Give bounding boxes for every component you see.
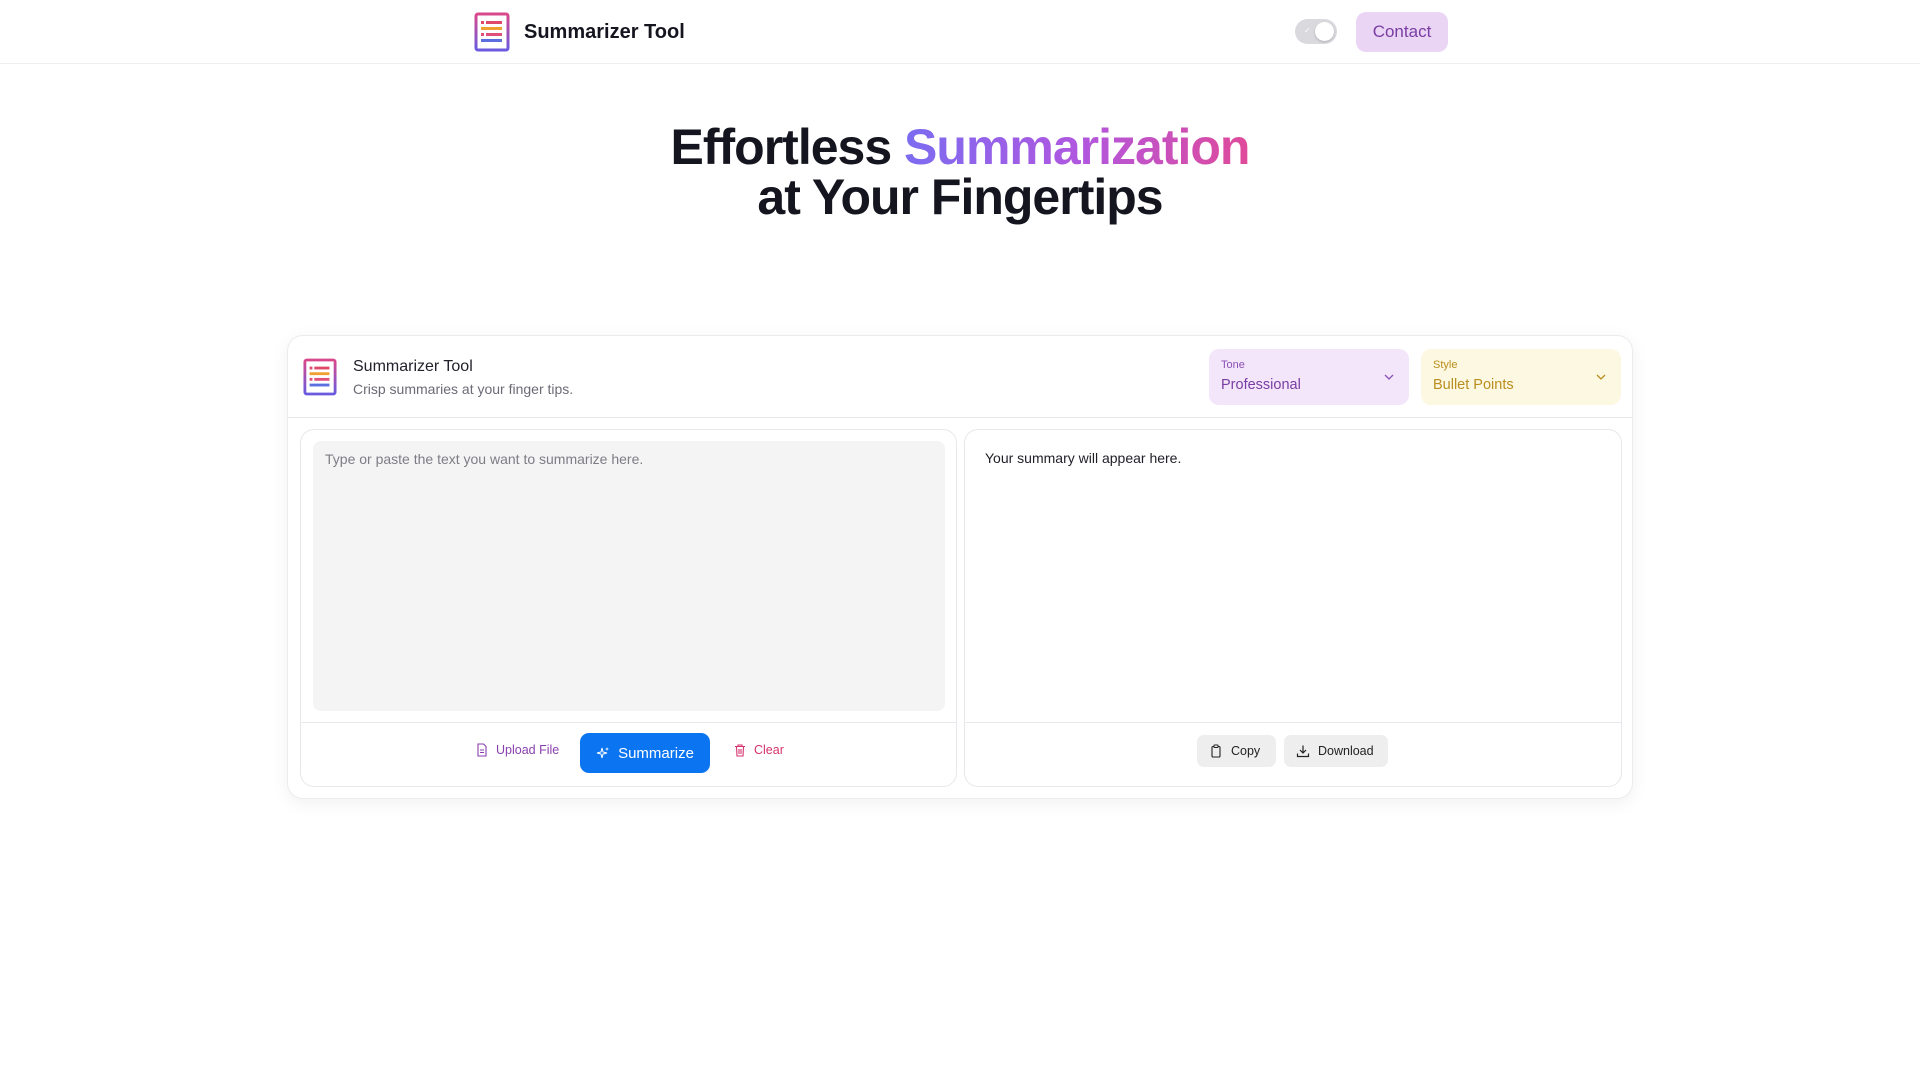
top-navbar: Summarizer Tool ✓ Contact (0, 0, 1920, 64)
download-label: Download (1318, 744, 1374, 758)
hero-highlight-text: Summarization (904, 119, 1250, 175)
copy-label: Copy (1231, 744, 1261, 758)
brand-title: Summarizer Tool (524, 20, 685, 43)
trash-icon (735, 744, 745, 757)
summarize-button[interactable]: Summarize (580, 733, 710, 773)
summarize-label: Summarize (618, 744, 694, 762)
clear-label: Clear (754, 743, 784, 757)
hero-line-1: Effortless Summarization (0, 122, 1920, 172)
brand[interactable]: Summarizer Tool (474, 12, 685, 52)
hero-line-2: at Your Fingertips (757, 169, 1163, 225)
style-select[interactable]: Style Bullet Points (1421, 349, 1621, 405)
summary-output: Your summary will appear here. (985, 450, 1182, 466)
card-subtitle: Crisp summaries at your finger tips. (353, 381, 574, 397)
theme-toggle[interactable]: ✓ (1295, 19, 1337, 44)
hero-heading: Effortless Summarization at Your Fingert… (0, 122, 1920, 222)
copy-button[interactable]: Copy (1197, 735, 1276, 767)
upload-file-label: Upload File (496, 743, 560, 757)
sparkles-icon (596, 747, 610, 759)
input-actions: Upload File Summarize Clear (301, 722, 956, 787)
hero-plain-text: Effortless (670, 119, 905, 175)
summarizer-card: Summarizer Tool Crisp summaries at your … (287, 335, 1633, 799)
logo-icon (474, 12, 510, 52)
logo-icon (303, 358, 337, 396)
style-value: Bullet Points (1433, 377, 1514, 393)
card-title: Summarizer Tool (353, 358, 473, 375)
tone-select[interactable]: Tone Professional (1209, 349, 1409, 405)
file-icon (477, 743, 487, 757)
download-button[interactable]: Download (1284, 735, 1388, 767)
text-input[interactable] (313, 441, 945, 711)
tone-label: Tone (1221, 359, 1245, 371)
output-actions: Copy Download (965, 722, 1621, 787)
clear-button[interactable]: Clear (733, 743, 784, 757)
toggle-check-icon: ✓ (1304, 26, 1311, 35)
download-icon (1296, 745, 1310, 758)
card-header: Summarizer Tool Crisp summaries at your … (288, 336, 1632, 418)
style-label: Style (1433, 359, 1458, 371)
upload-file-button[interactable]: Upload File (475, 743, 559, 757)
clipboard-icon (1211, 744, 1221, 758)
chevron-down-icon (1384, 374, 1394, 380)
input-pane: Upload File Summarize Clear (300, 429, 957, 787)
contact-button[interactable]: Contact (1356, 12, 1448, 52)
toggle-knob (1315, 22, 1334, 41)
output-pane: Your summary will appear here. Copy Down… (964, 429, 1622, 787)
chevron-down-icon (1596, 374, 1606, 380)
tone-value: Professional (1221, 377, 1301, 393)
